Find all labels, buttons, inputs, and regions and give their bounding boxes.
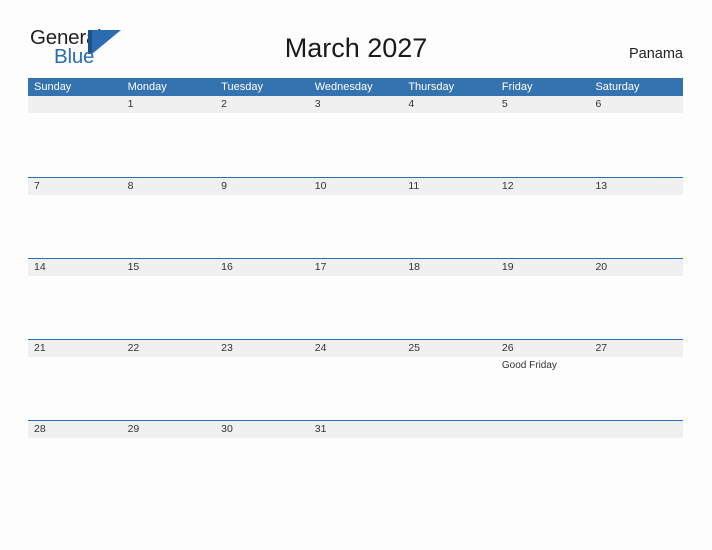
week-day-cells: 7 8 9 10 11 12 13 (28, 178, 683, 259)
calendar-day-cell[interactable]: 13 (589, 178, 683, 259)
day-number: 27 (595, 342, 608, 354)
day-number: 8 (127, 180, 134, 192)
day-number: 24 (314, 342, 327, 354)
calendar-week-row: 28 29 30 31 (28, 420, 683, 501)
calendar-day-cell[interactable]: 2 (215, 96, 309, 177)
calendar-week-row: 14 15 16 17 18 19 20 (28, 258, 683, 339)
calendar-day-cell[interactable]: 31 (309, 421, 403, 502)
weekday-wednesday: Wednesday (314, 81, 373, 93)
location-label: Panama (628, 46, 683, 62)
calendar-day-cell[interactable]: 7 (28, 178, 122, 259)
calendar-day-cell[interactable]: 21 (28, 340, 122, 421)
calendar-day-cell[interactable]: 20 (589, 259, 683, 340)
calendar-day-cell[interactable]: 23 (215, 340, 309, 421)
day-number: 15 (127, 261, 140, 273)
calendar-day-cell[interactable]: 24 (309, 340, 403, 421)
calendar-day-cell[interactable]: 25 (402, 340, 496, 421)
day-number: 30 (221, 423, 233, 435)
calendar-weeks: 1 2 3 4 5 6 7 8 9 10 11 12 13 14 15 16 17 18 19 20 21 22 23 24 2… (28, 96, 683, 501)
week-day-cells: 1 2 3 4 5 6 (28, 96, 683, 177)
day-number: 26 (501, 342, 514, 354)
day-number: 23 (221, 342, 233, 354)
day-number: 4 (408, 98, 415, 110)
calendar-day-cell[interactable]: 6 (589, 96, 683, 177)
calendar-day-cell[interactable]: 18 (402, 259, 496, 340)
day-number: 17 (314, 261, 327, 273)
day-number: 13 (595, 180, 608, 192)
day-number: 22 (127, 342, 140, 354)
calendar-day-cell[interactable]: 12 (496, 178, 590, 259)
calendar-day-cell[interactable]: 26 Good Friday (496, 340, 590, 421)
day-number: 28 (34, 423, 46, 435)
weekday-friday: Friday (501, 81, 533, 93)
calendar-day-cell[interactable]: 28 (28, 421, 122, 502)
day-number: 14 (34, 261, 46, 273)
weekday-header-row: Sunday Monday Tuesday Wednesday Thursday… (28, 78, 683, 96)
day-number: 5 (501, 98, 508, 110)
calendar-day-cell-empty (496, 421, 590, 502)
calendar-day-cell[interactable]: 29 (122, 421, 216, 502)
day-events: Good Friday (502, 357, 590, 372)
day-number: 12 (501, 180, 514, 192)
day-number: 11 (408, 180, 420, 192)
calendar-day-cell[interactable]: 19 (496, 259, 590, 340)
calendar-page: General Blue March 2027 Panama Sunday Mo… (0, 0, 712, 550)
weekday-sunday: Sunday (34, 81, 72, 93)
day-number: 10 (314, 180, 327, 192)
day-number: 6 (595, 98, 602, 110)
week-day-cells: 28 29 30 31 (28, 421, 683, 502)
calendar-day-cell[interactable]: 9 (215, 178, 309, 259)
week-day-cells: 14 15 16 17 18 19 20 (28, 259, 683, 340)
calendar-day-cell[interactable]: 10 (309, 178, 403, 259)
day-number: 29 (127, 423, 140, 435)
day-number: 2 (221, 98, 227, 110)
calendar-week-row: 1 2 3 4 5 6 (28, 96, 683, 177)
day-number: 7 (34, 180, 40, 192)
calendar-day-cell-empty (28, 96, 122, 177)
calendar-day-cell[interactable]: 11 (402, 178, 496, 259)
page-title: March 2027 (284, 33, 428, 63)
calendar-day-cell-empty (589, 421, 683, 502)
calendar-day-cell[interactable]: 27 (589, 340, 683, 421)
calendar-day-cell[interactable]: 30 (215, 421, 309, 502)
day-number: 31 (314, 423, 327, 435)
weekday-monday: Monday (127, 81, 167, 93)
page-header: General Blue March 2027 Panama (0, 0, 712, 78)
day-number: 9 (221, 180, 227, 192)
calendar-day-cell[interactable]: 1 (122, 96, 216, 177)
calendar-day-cell[interactable]: 15 (122, 259, 216, 340)
weekday-tuesday: Tuesday (221, 81, 263, 93)
calendar-week-row: 7 8 9 10 11 12 13 (28, 177, 683, 258)
day-number: 20 (595, 261, 608, 273)
calendar-day-cell[interactable]: 8 (122, 178, 216, 259)
day-number: 19 (501, 261, 514, 273)
day-number: 21 (34, 342, 46, 354)
day-number: 16 (221, 261, 233, 273)
calendar-grid: Sunday Monday Tuesday Wednesday Thursday… (28, 78, 683, 501)
weekday-thursday: Thursday (408, 81, 455, 93)
calendar-day-cell[interactable]: 4 (402, 96, 496, 177)
day-number: 1 (127, 98, 134, 110)
day-number: 3 (314, 98, 321, 110)
weekday-saturday: Saturday (595, 81, 640, 93)
calendar-day-cell[interactable]: 3 (309, 96, 403, 177)
calendar-day-cell[interactable]: 17 (309, 259, 403, 340)
calendar-week-row: 21 22 23 24 25 26 Good Friday 27 (28, 339, 683, 420)
calendar-day-cell[interactable]: 5 (496, 96, 590, 177)
holiday-label: Good Friday (501, 360, 557, 371)
day-number: 25 (408, 342, 420, 354)
calendar-day-cell-empty (402, 421, 496, 502)
week-day-cells: 21 22 23 24 25 26 Good Friday 27 (28, 340, 683, 421)
calendar-day-cell[interactable]: 16 (215, 259, 309, 340)
day-number: 18 (408, 261, 420, 273)
calendar-day-cell[interactable]: 22 (122, 340, 216, 421)
calendar-day-cell[interactable]: 14 (28, 259, 122, 340)
